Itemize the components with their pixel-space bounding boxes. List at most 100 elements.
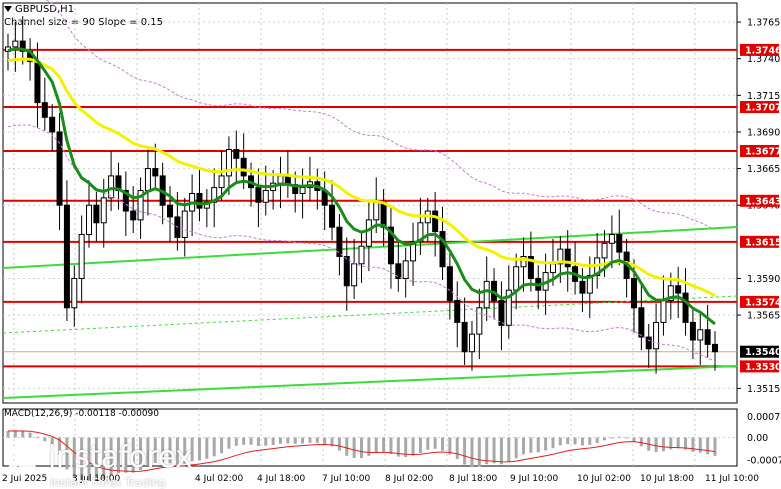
macd-histogram-bar (197, 437, 201, 461)
level-lines (3, 48, 737, 368)
candle-body (358, 245, 365, 265)
candle-body (483, 280, 490, 309)
time-label: 10 Jul 02:00 (577, 474, 631, 484)
macd-histogram-bar (536, 437, 540, 453)
macd-histogram-bar (323, 437, 327, 444)
macd-histogram-bar (661, 437, 665, 452)
macd-histogram-bar (433, 437, 437, 449)
macd-histogram-bar (463, 437, 467, 465)
macd-histogram-bar (242, 437, 246, 445)
candle-body (601, 242, 608, 259)
candles (5, 16, 718, 374)
macd-histogram-bar (286, 437, 290, 444)
macd-histogram-bar (315, 437, 319, 443)
macd-histogram-bar (588, 437, 592, 445)
macd-histogram-bar (499, 437, 503, 465)
current-price-label: 1.3540 (745, 347, 781, 358)
macd-histogram-bar (514, 437, 518, 459)
candle-body (675, 285, 682, 294)
candle-body (689, 321, 696, 341)
macd-histogram-bar (352, 437, 356, 458)
candle-body (181, 210, 188, 238)
macd-histogram-bar (617, 436, 621, 438)
macd-tick-label: -0.00077 (747, 456, 781, 467)
macd-histogram-bar (610, 437, 614, 439)
macd-histogram-bar (21, 431, 25, 438)
price-tick-label: 1.3765 (747, 18, 780, 29)
time-label: 10 Jul 18:00 (640, 474, 694, 484)
candle-body (41, 102, 48, 118)
candle-body (549, 263, 556, 274)
logo-brand: instaforex (48, 440, 193, 475)
level-price-label: 1.3530 (745, 362, 781, 373)
level-price-label: 1.3615 (745, 237, 781, 248)
candle-body (653, 321, 660, 350)
macd-histogram-bar (382, 437, 386, 452)
time-label: 9 Jul 10:00 (510, 474, 559, 484)
time-label: 8 Jul 02:00 (385, 474, 434, 484)
macd-histogram-bar (522, 437, 526, 455)
time-label: 7 Jul 10:00 (322, 474, 371, 484)
candle-body (616, 234, 623, 253)
macd-histogram-bar (264, 437, 268, 446)
price-axis: 1.37651.37401.37151.36901.36651.36401.35… (737, 18, 781, 395)
candle-body (660, 299, 667, 323)
macd-tick-label: 0.00 (747, 433, 768, 444)
logo-tagline: Instant Forex Trading (50, 476, 166, 489)
candle-body (63, 204, 70, 309)
macd-histogram-bar (234, 437, 238, 446)
candle-body (365, 219, 372, 247)
candle-body (152, 168, 159, 177)
price-tick-label: 1.3690 (747, 127, 780, 138)
candle-body (299, 187, 306, 194)
macd-histogram-bar (249, 437, 253, 445)
candle-body (343, 255, 350, 287)
logo-emblem-icon (7, 442, 42, 480)
candle-body (645, 336, 652, 350)
macd-histogram-bar (6, 430, 10, 438)
candle-body (712, 343, 718, 353)
candle-body (262, 190, 269, 203)
macd-histogram-bar (566, 437, 570, 445)
macd-histogram-bar (529, 437, 533, 453)
macd-histogram-bar (418, 437, 422, 453)
candle-body (78, 234, 85, 279)
candle-body (402, 260, 409, 279)
time-label: 4 Jul 02:00 (195, 474, 244, 484)
macd-label: MACD(12,26,9) -0.00118 -0.00090 (4, 409, 160, 419)
candle-body (86, 204, 93, 236)
macd-histogram-bar (212, 437, 216, 457)
macd-histogram-bar (256, 437, 260, 446)
candle-body (373, 201, 380, 221)
candle-body (130, 210, 137, 221)
macd-histogram-bar (293, 437, 297, 444)
macd-histogram-bar (492, 437, 496, 464)
macd-histogram-bar (625, 437, 629, 439)
candle-body (513, 266, 520, 291)
candle-body (93, 204, 100, 224)
chart-frame (2, 2, 738, 404)
macd-histogram-bar (595, 437, 599, 443)
time-label: 4 Jul 18:00 (257, 474, 306, 484)
macd-histogram-bar (271, 437, 275, 445)
macd-histogram-bar (639, 437, 643, 447)
macd-histogram-bar (337, 437, 341, 451)
candle-body (697, 329, 704, 341)
macd-histogram-bar (35, 436, 39, 438)
macd-histogram-bar (441, 437, 445, 451)
candle-body (454, 299, 461, 323)
candle-body (144, 168, 151, 192)
time-label: 8 Jul 18:00 (449, 474, 498, 484)
macd-histogram-bar (713, 437, 717, 456)
macd-histogram-bar (13, 430, 17, 438)
level-price-label: 1.3574 (745, 297, 781, 308)
candle-body (579, 280, 586, 294)
level-price-label: 1.3677 (745, 146, 781, 157)
macd-histogram-bar (205, 437, 209, 459)
candle-body (34, 61, 41, 104)
macd-histogram-bar (220, 437, 224, 454)
macd-tick-label: 0.00072 (747, 412, 781, 423)
candle-body (240, 157, 247, 177)
macd-histogram-bar (455, 437, 459, 459)
candle-body (71, 277, 78, 309)
